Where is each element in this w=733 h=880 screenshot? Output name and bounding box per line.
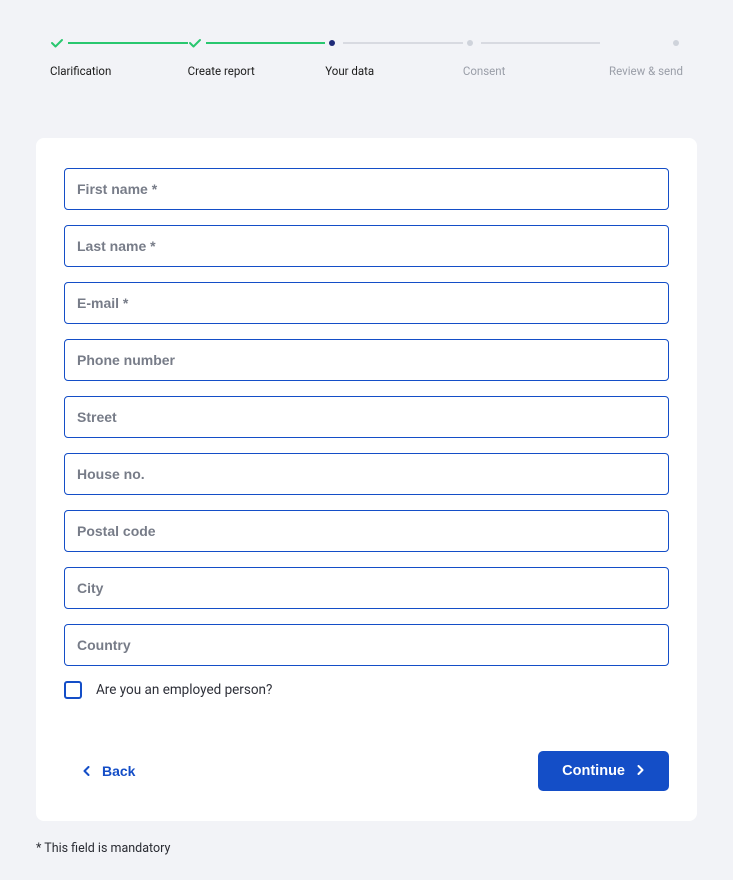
check-icon <box>188 36 202 50</box>
step-review-send: Review & send <box>600 36 683 78</box>
progress-stepper: Clarification Create report Your data Co… <box>0 0 733 98</box>
step-connector <box>68 42 188 44</box>
step-label: Consent <box>463 64 506 78</box>
step-consent: Consent <box>463 36 601 78</box>
country-field[interactable] <box>64 624 669 666</box>
dot-icon <box>669 36 683 50</box>
step-connector <box>343 42 463 44</box>
dot-icon <box>325 36 339 50</box>
email-field[interactable] <box>64 282 669 324</box>
chevron-right-icon <box>635 763 645 779</box>
house-no-field[interactable] <box>64 453 669 495</box>
step-label: Review & send <box>609 64 683 78</box>
employed-checkbox[interactable] <box>64 681 82 699</box>
step-connector <box>481 42 601 44</box>
employed-checkbox-label: Are you an employed person? <box>96 682 272 698</box>
chevron-left-icon <box>82 763 92 779</box>
step-your-data: Your data <box>325 36 463 78</box>
back-button[interactable]: Back <box>64 753 153 789</box>
postal-code-field[interactable] <box>64 510 669 552</box>
first-name-field[interactable] <box>64 168 669 210</box>
step-label: Your data <box>325 64 374 78</box>
step-create-report: Create report <box>188 36 326 78</box>
step-connector <box>206 42 326 44</box>
dot-icon <box>463 36 477 50</box>
continue-button-label: Continue <box>562 763 625 779</box>
phone-field[interactable] <box>64 339 669 381</box>
mandatory-note: * This field is mandatory <box>36 841 697 856</box>
step-label: Clarification <box>50 64 111 78</box>
last-name-field[interactable] <box>64 225 669 267</box>
step-clarification: Clarification <box>50 36 188 78</box>
form-card: Are you an employed person? Back Continu… <box>36 138 697 821</box>
continue-button[interactable]: Continue <box>538 751 669 791</box>
street-field[interactable] <box>64 396 669 438</box>
check-icon <box>50 36 64 50</box>
city-field[interactable] <box>64 567 669 609</box>
button-row: Back Continue <box>64 751 669 791</box>
back-button-label: Back <box>102 763 135 779</box>
step-label: Create report <box>188 64 255 78</box>
employed-checkbox-row: Are you an employed person? <box>64 681 669 699</box>
